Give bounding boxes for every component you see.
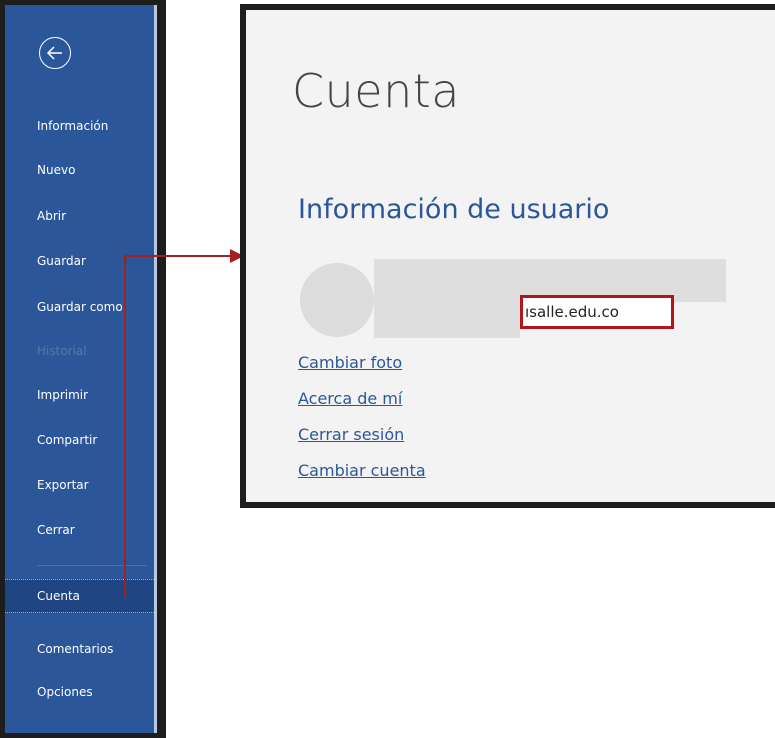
page-title: Cuenta — [292, 64, 460, 118]
sidebar-panel: Información Nuevo Abrir Guardar Guardar … — [5, 5, 154, 733]
avatar — [300, 263, 374, 337]
annotation-arrow-line-horizontal — [124, 255, 232, 257]
account-panel: Cuenta Información de usuario ısalle.edu… — [246, 10, 775, 502]
change-photo-link[interactable]: Cambiar foto — [298, 353, 402, 372]
nav-item-exportar[interactable]: Exportar — [5, 468, 154, 502]
nav-item-imprimir[interactable]: Imprimir — [5, 378, 154, 412]
nav-item-guardar-como[interactable]: Guardar como — [5, 290, 154, 324]
switch-account-link[interactable]: Cambiar cuenta — [298, 461, 426, 480]
user-info-heading: Información de usuario — [298, 194, 610, 225]
nav-item-cuenta[interactable]: Cuenta — [5, 579, 154, 613]
back-arrow-icon — [46, 46, 62, 60]
about-me-link[interactable]: Acerca de mí — [298, 389, 402, 408]
nav-item-cerrar[interactable]: Cerrar — [5, 513, 154, 547]
user-email-redacted — [374, 302, 520, 338]
nav-item-guardar[interactable]: Guardar — [5, 244, 154, 278]
annotation-arrow-line — [124, 256, 126, 598]
account-panel-frame: Cuenta Información de usuario ısalle.edu… — [240, 4, 775, 508]
nav-item-informacion[interactable]: Información — [5, 109, 154, 143]
nav-item-abrir[interactable]: Abrir — [5, 199, 154, 233]
user-email-highlight: ısalle.edu.co — [520, 295, 674, 329]
nav-item-compartir[interactable]: Compartir — [5, 423, 154, 457]
nav-item-nuevo[interactable]: Nuevo — [5, 153, 154, 187]
nav-divider — [37, 565, 147, 566]
back-button[interactable] — [39, 37, 71, 69]
nav-item-historial: Historial — [37, 344, 87, 358]
sign-out-link[interactable]: Cerrar sesión — [298, 425, 404, 444]
nav-item-opciones[interactable]: Opciones — [5, 675, 154, 709]
backstage-sidebar: Información Nuevo Abrir Guardar Guardar … — [0, 0, 166, 738]
sidebar-edge — [154, 5, 157, 733]
nav-item-comentarios[interactable]: Comentarios — [5, 632, 154, 666]
